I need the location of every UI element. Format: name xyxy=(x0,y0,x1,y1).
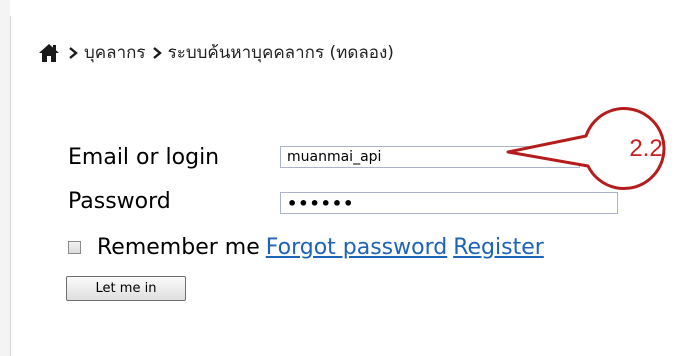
page-border xyxy=(10,16,11,356)
remember-me-checkbox[interactable] xyxy=(68,240,81,254)
email-label: Email or login xyxy=(68,145,220,170)
breadcrumb-item-search-system: ระบบค้นหาบุคคลากร (ทดลอง) xyxy=(167,43,394,63)
annotation-label: 2.2 xyxy=(629,135,663,162)
let-me-in-button[interactable]: Let me in xyxy=(66,276,186,301)
breadcrumb-item-personnel[interactable]: บุคลากร xyxy=(84,41,146,65)
home-icon[interactable] xyxy=(38,43,60,63)
password-label: Password xyxy=(68,189,171,214)
register-link[interactable]: Register xyxy=(453,235,544,260)
breadcrumb: บุคลากร ระบบค้นหาบุคคลากร (ทดลอง) xyxy=(38,40,394,66)
forgot-password-link[interactable]: Forgot password xyxy=(266,235,447,260)
chevron-right-icon xyxy=(152,47,162,59)
remember-me-label: Remember me xyxy=(97,234,260,260)
left-margin xyxy=(0,0,10,356)
remember-row: Remember me Forgot password Register xyxy=(68,232,550,262)
chevron-right-icon xyxy=(68,47,78,59)
